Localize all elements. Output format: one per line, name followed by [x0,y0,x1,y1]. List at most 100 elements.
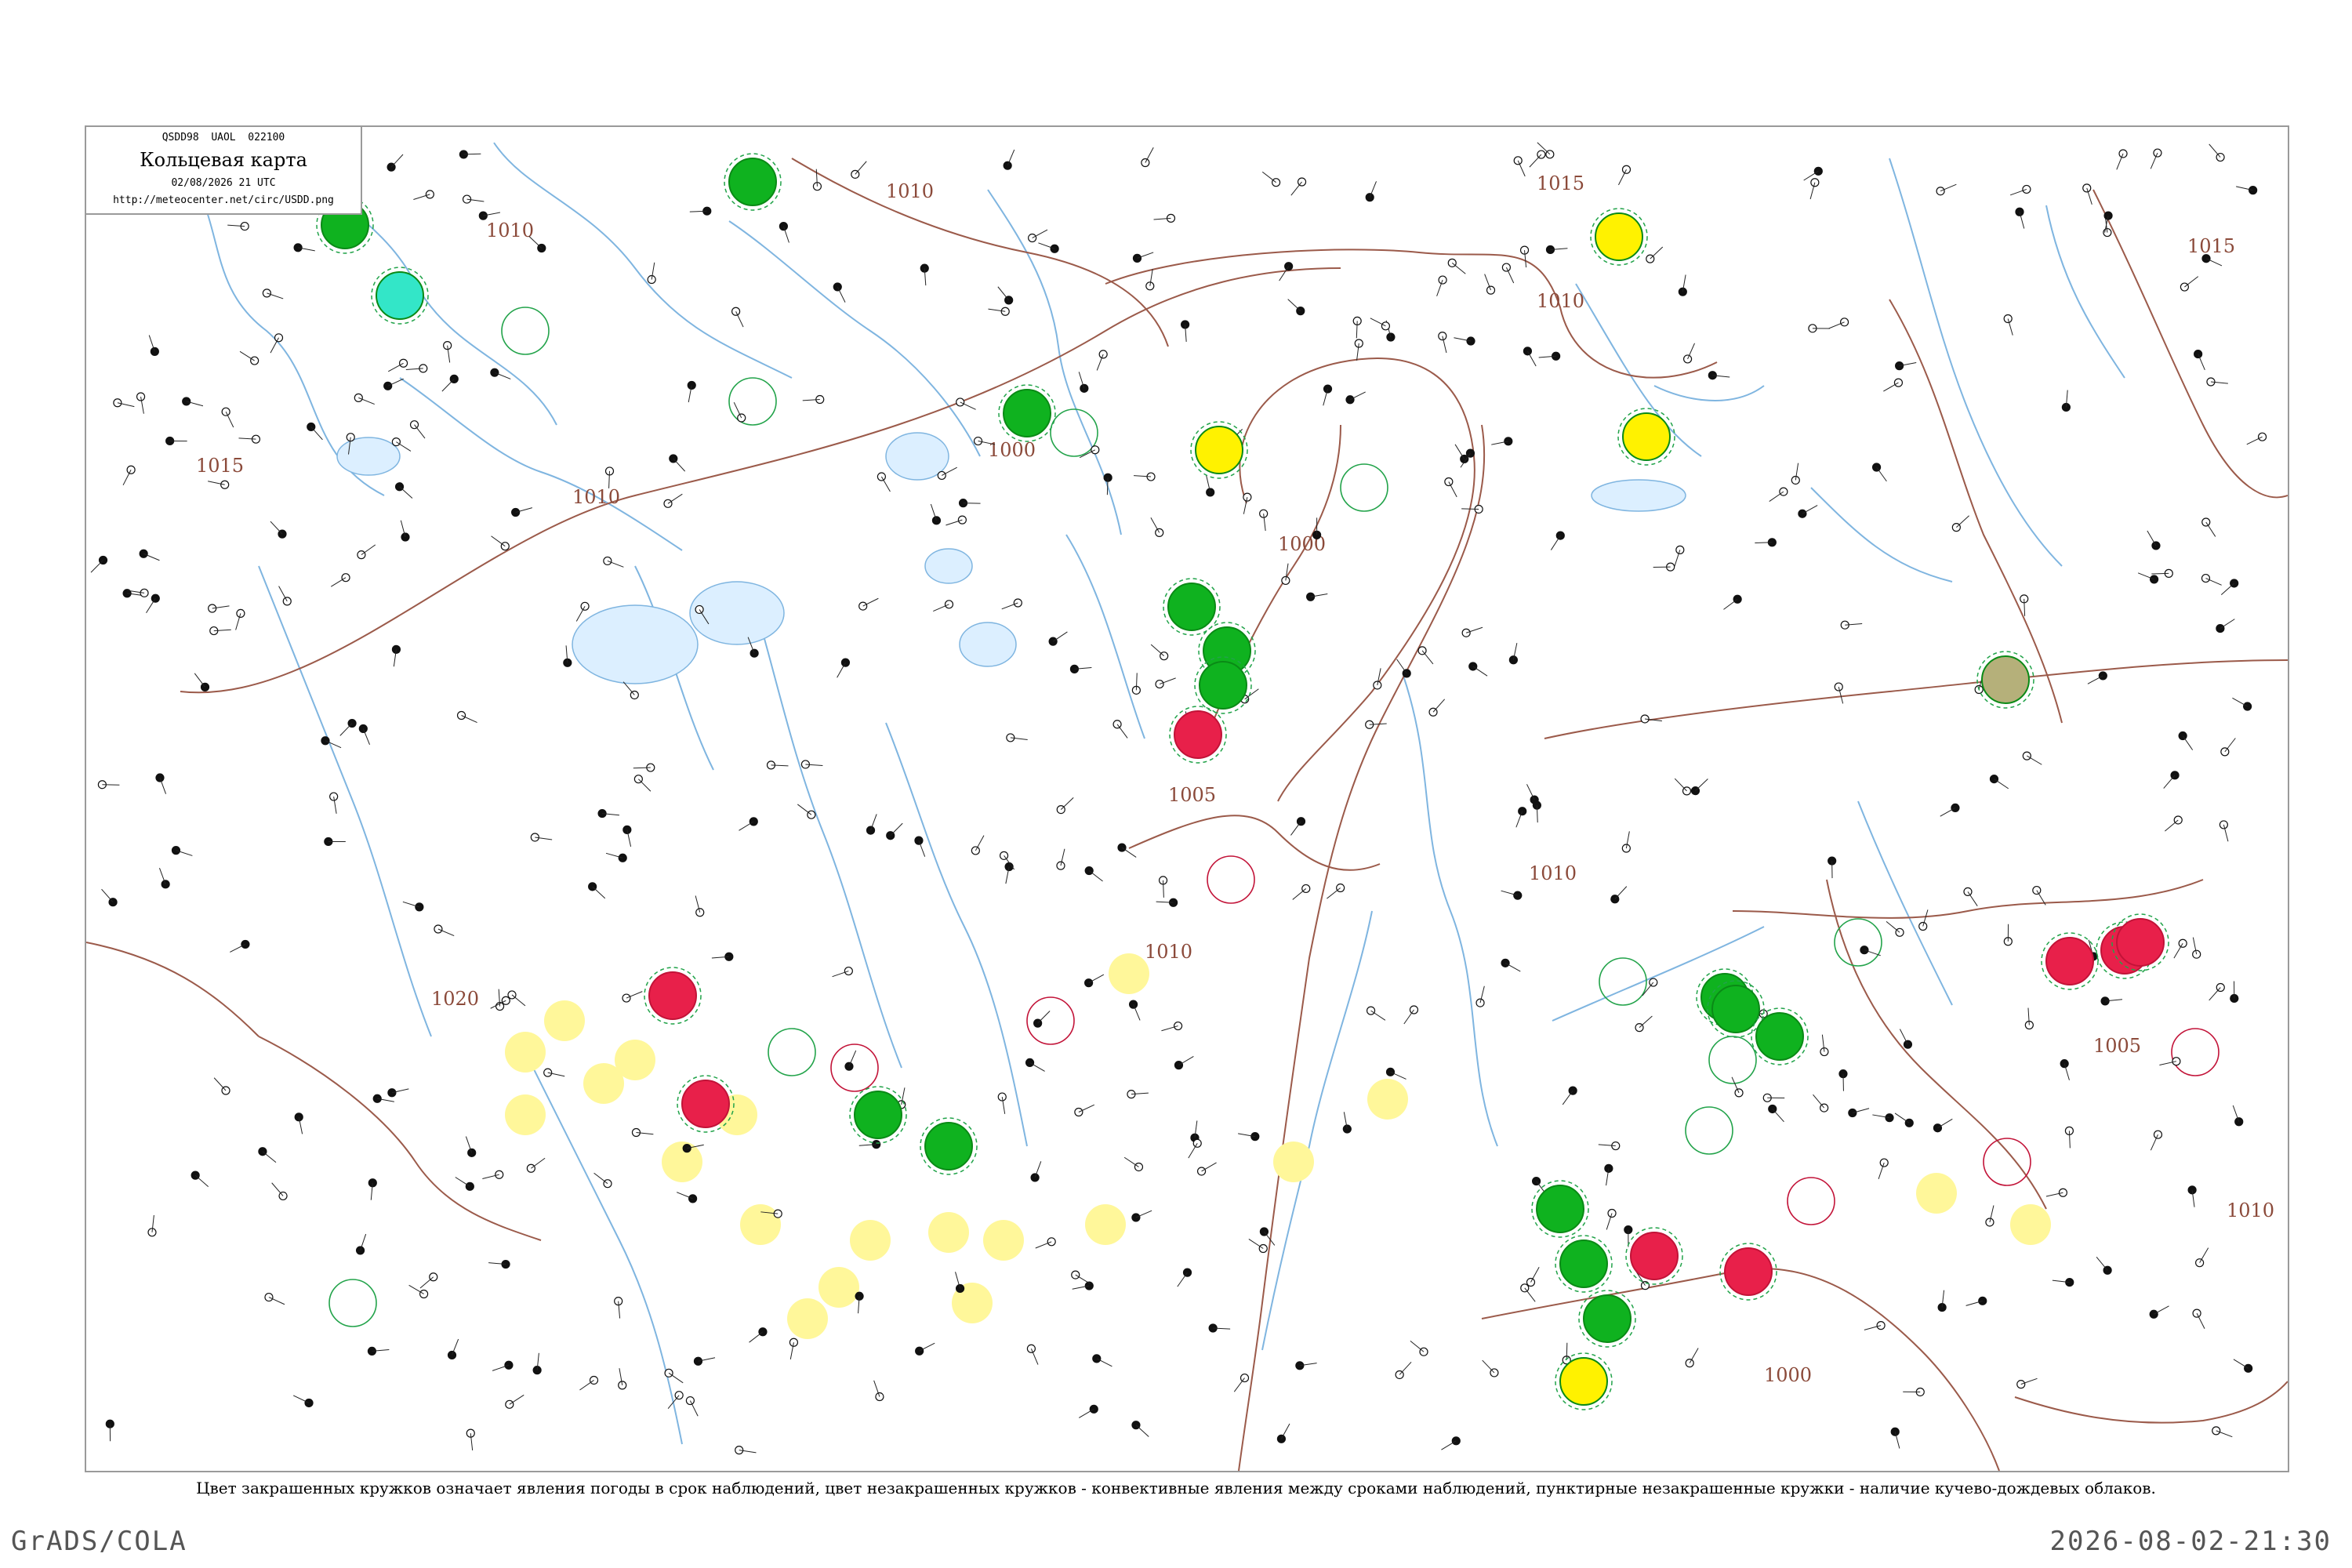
weather-marker-green [854,1091,902,1139]
station-symbol [1373,668,1382,690]
weather-marker-red [648,971,697,1020]
station-symbol [1545,245,1568,255]
convective-ring [830,1044,879,1092]
isobar-label: 1000 [1764,1364,1812,1386]
station-symbol [711,952,734,961]
source-url[interactable]: http://meteocenter.net/circ/USDD.png [86,194,361,206]
station-symbol [622,825,632,847]
station-symbol [1026,1344,1039,1365]
station-symbol [1438,332,1447,354]
station-symbol [1132,252,1154,263]
station-symbol [603,556,624,568]
station-symbol [1606,1208,1617,1230]
station-symbol [413,190,434,200]
station-symbol [1809,178,1820,200]
station-symbol [915,1342,935,1356]
convective-ring [501,307,550,355]
station-symbol [2137,572,2159,584]
station-symbol [563,645,572,667]
station-symbol [388,358,408,372]
station-symbol [1366,1006,1386,1021]
station-symbol [1290,177,1307,196]
station-symbol [1084,866,1103,882]
station-symbol [988,307,1010,316]
station-symbol [1894,1112,1914,1127]
station-symbol [511,507,532,517]
station-symbol [946,515,967,526]
station-symbol [2082,183,2092,205]
station-symbol [171,846,193,856]
station-symbol [441,374,459,392]
weather-marker-red [1630,1232,1679,1280]
station-symbol [122,465,136,486]
station-symbol [367,1346,390,1356]
convective-ring [1685,1106,1733,1155]
station-symbol [2061,390,2071,412]
isobar-label: 1010 [1145,941,1192,963]
station-symbol [146,593,160,614]
station-symbol [971,835,985,855]
station-symbol [293,243,315,252]
station-symbol [358,724,370,746]
station-symbol [105,1419,114,1442]
station-symbol [1056,797,1074,815]
station-symbol [1006,733,1028,742]
station-symbol [1156,898,1178,907]
convective-marker [662,1142,702,1182]
station-symbol [239,350,260,365]
station-symbol [1188,1138,1202,1159]
station-symbol [1798,505,1818,518]
station-symbol [877,472,891,492]
station-symbol [689,206,712,216]
station-symbol [604,466,615,488]
station-symbol [1410,1340,1428,1356]
station-symbol [1937,1290,1947,1312]
station-symbol [1131,1210,1152,1222]
weather-marker-green [1583,1294,1632,1343]
isobar-label: 1015 [196,455,244,477]
convective-ring [1708,1036,1757,1084]
station-symbol [2150,1130,2163,1151]
station-symbol [1461,626,1483,637]
station-symbol [833,282,846,303]
station-symbol [1550,531,1565,550]
station-symbol [387,1088,409,1098]
station-symbol [1484,274,1496,295]
station-symbol [779,222,789,243]
station-symbol [837,658,851,678]
station-symbol [1519,245,1530,268]
station-symbol [2016,1377,2038,1389]
station-symbol [1523,347,1537,367]
convective-marker [2010,1204,2051,1245]
station-symbol [2178,731,2194,750]
station-symbol [1208,1323,1231,1333]
station-symbol [1001,598,1022,610]
station-symbol [394,482,413,499]
station-symbol [1890,1427,1900,1449]
station-symbol [2219,820,2229,842]
bulletin-code: QSDD98 UAOL 022100 [162,132,285,143]
station-symbol [1259,1227,1276,1246]
station-symbol [631,1127,654,1138]
station-symbol [886,822,903,840]
station-symbol [1035,1237,1056,1249]
station-symbol [1963,887,1978,906]
station-symbol [2232,1105,2244,1127]
station-symbol [459,150,481,159]
station-symbol [354,393,375,405]
station-symbol [749,1327,768,1343]
station-symbol [1848,1108,1870,1118]
weather-marker-red [2116,918,2165,967]
station-symbol [1084,974,1105,988]
station-symbol [873,1380,884,1402]
station-symbol [593,1172,612,1189]
isobar-label: 1010 [486,220,534,241]
station-symbol [1690,779,1708,796]
station-symbol [579,1375,599,1391]
station-symbol [1468,662,1488,677]
weather-marker-green [1003,389,1051,437]
weather-marker-green [1755,1012,1804,1061]
station-symbol [1951,515,1969,532]
station-symbol [1345,391,1366,405]
convective-marker [1367,1079,1408,1120]
